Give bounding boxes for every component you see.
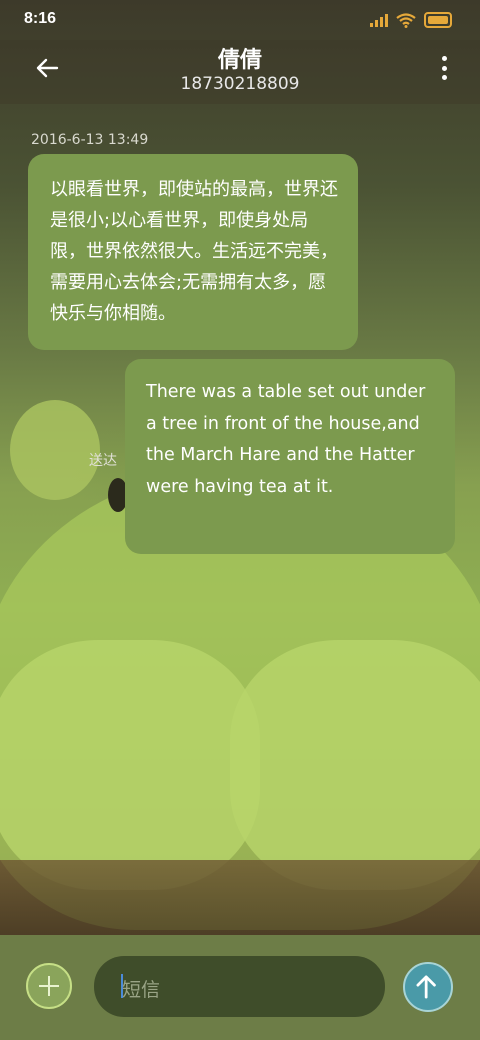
status-time: 8:16 [24, 10, 57, 27]
wifi-icon [396, 12, 416, 28]
message-timestamp: 2016-6-13 13:49 [31, 132, 149, 148]
conversation-header: 倩倩 18730218809 [0, 40, 480, 104]
signal-icon [370, 13, 388, 27]
message-input-placeholder: 短信 [122, 979, 161, 1001]
battery-icon [424, 12, 452, 28]
outgoing-message-bubble[interactable]: There was a table set out under a tree i… [125, 359, 455, 554]
delivery-status: 送达 [89, 453, 117, 469]
add-attachment-button[interactable] [26, 963, 72, 1009]
send-button[interactable] [403, 962, 453, 1012]
more-vertical-icon[interactable] [438, 56, 450, 80]
incoming-message-bubble[interactable]: 以眼看世界，即使站的最高，世界还是很小;以心看世界，即使身处局限，世界依然很大。… [28, 154, 358, 350]
status-bar: 8:16 [0, 0, 480, 40]
contact-name: 倩倩 [217, 48, 262, 73]
contact-number: 18730218809 [180, 74, 300, 94]
